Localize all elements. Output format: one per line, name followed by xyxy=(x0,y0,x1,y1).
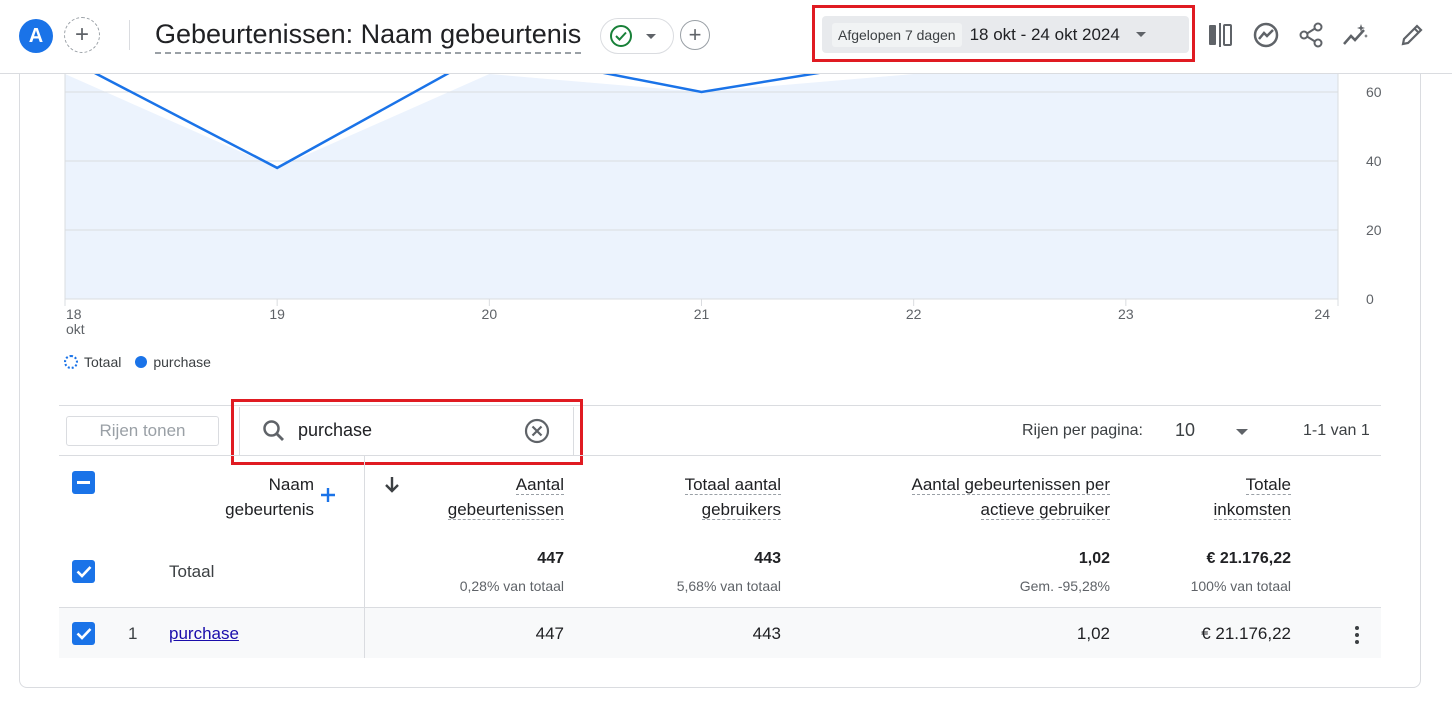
row-revenue: € 21.176,22 xyxy=(1201,624,1291,643)
header-events-per-user[interactable]: Aantal gebeurtenissen per actieve gebrui… xyxy=(860,472,1110,522)
report-header: A + Gebeurtenissen: Naam gebeurtenis + A… xyxy=(0,0,1452,74)
show-rows-button[interactable]: Rijen tonen xyxy=(66,416,219,446)
x-tick-label: 19 xyxy=(269,306,285,322)
pagination-info: 1-1 van 1 xyxy=(1303,422,1370,439)
plus-icon: + xyxy=(74,21,89,48)
legend-total-marker xyxy=(64,355,78,369)
header-event-count[interactable]: Aantal gebeurtenissen xyxy=(404,472,564,522)
row-index: 1 xyxy=(128,624,138,643)
avatar[interactable]: A xyxy=(19,19,53,53)
chart-legend: Totaal purchase xyxy=(64,354,211,370)
sort-descending-icon[interactable] xyxy=(384,476,400,494)
x-tick-label: 24 xyxy=(1314,306,1330,322)
total-events-per-user: 1,02 xyxy=(1078,550,1110,567)
page-title[interactable]: Gebeurtenissen: Naam gebeurtenis xyxy=(155,18,582,54)
header-event-count-l1: Aantal xyxy=(515,475,564,495)
column-divider xyxy=(364,608,365,658)
header-events-per-user-l1: Aantal gebeurtenissen per xyxy=(911,475,1110,495)
total-users-share: 5,68% van totaal xyxy=(676,578,781,594)
x-tick-label: 23 xyxy=(1118,306,1134,322)
legend-total-label[interactable]: Totaal xyxy=(84,354,121,370)
header-total-revenue-l1: Totale xyxy=(1245,475,1291,495)
data-quality-button[interactable] xyxy=(600,18,674,54)
header-total-revenue-l2: inkomsten xyxy=(1213,500,1291,520)
header-event-name-l1: Naam xyxy=(268,475,314,494)
y-tick-label: 20 xyxy=(1366,222,1382,238)
line-chart: 0 20 40 60 18 19 20 21 22 23 24 okt xyxy=(64,74,1382,337)
add-filter-button[interactable]: + xyxy=(680,20,710,50)
sparkle-icon[interactable] xyxy=(1341,20,1371,50)
share-icon[interactable] xyxy=(1296,20,1326,50)
toolbar-divider xyxy=(59,455,1381,456)
total-event-count-share: 0,28% van totaal xyxy=(459,578,564,594)
row-users: 443 xyxy=(752,624,781,643)
header-total-users-l1: Totaal aantal xyxy=(684,475,781,495)
header-events-per-user-l2: actieve gebruiker xyxy=(980,500,1110,520)
header-divider xyxy=(129,20,130,50)
check-circle-icon xyxy=(610,25,632,47)
rows-per-page-select[interactable]: 10 xyxy=(1175,420,1195,441)
add-dimension-icon[interactable] xyxy=(320,487,336,503)
row-more-icon[interactable] xyxy=(1355,626,1359,644)
header-event-name-l2: gebeurtenis xyxy=(225,500,314,519)
total-row-checkbox[interactable] xyxy=(72,560,95,583)
header-event-name[interactable]: Naam gebeurtenis xyxy=(180,472,314,522)
row-checkbox[interactable] xyxy=(72,622,95,645)
header-event-count-l2: gebeurtenissen xyxy=(447,500,564,520)
header-total-users[interactable]: Totaal aantal gebruikers xyxy=(600,472,781,522)
x-tick-label: 20 xyxy=(482,306,498,322)
legend-purchase-marker xyxy=(135,356,148,368)
rows-per-page-label: Rijen per pagina: xyxy=(1022,422,1143,439)
total-users: 443 xyxy=(754,550,781,567)
total-event-count: 447 xyxy=(537,550,564,567)
x-tick-label: 21 xyxy=(694,306,710,322)
edit-icon[interactable] xyxy=(1397,20,1427,50)
y-tick-label: 40 xyxy=(1366,153,1382,169)
x-tick-label: 18 xyxy=(66,306,82,322)
x-tick-sublabel: okt xyxy=(66,321,85,337)
plus-icon: + xyxy=(688,22,702,47)
highlight-date-range xyxy=(812,5,1195,62)
header-total-revenue[interactable]: Totale inkomsten xyxy=(1150,472,1291,522)
compare-icon[interactable] xyxy=(1205,20,1235,50)
total-row-label: Totaal xyxy=(169,562,215,581)
header-total-users-l2: gebruikers xyxy=(701,500,781,520)
row-event-count: 447 xyxy=(535,624,564,643)
total-revenue: € 21.176,22 xyxy=(1206,550,1291,567)
row-events-per-user: 1,02 xyxy=(1076,624,1110,643)
total-revenue-share: 100% van totaal xyxy=(1190,578,1291,594)
select-all-checkbox[interactable] xyxy=(72,471,95,494)
total-events-per-user-avg: Gem. -95,28% xyxy=(1019,578,1110,594)
add-comparison-button[interactable]: + xyxy=(64,17,100,53)
y-tick-label: 0 xyxy=(1366,291,1374,307)
x-tick-label: 22 xyxy=(906,306,922,322)
legend-purchase-label[interactable]: purchase xyxy=(153,354,211,370)
chevron-down-icon[interactable] xyxy=(1236,429,1248,435)
insights-icon[interactable] xyxy=(1251,20,1281,50)
chevron-down-icon xyxy=(646,33,656,39)
y-tick-label: 60 xyxy=(1366,84,1382,100)
row-event-name-link[interactable]: purchase xyxy=(169,624,239,644)
